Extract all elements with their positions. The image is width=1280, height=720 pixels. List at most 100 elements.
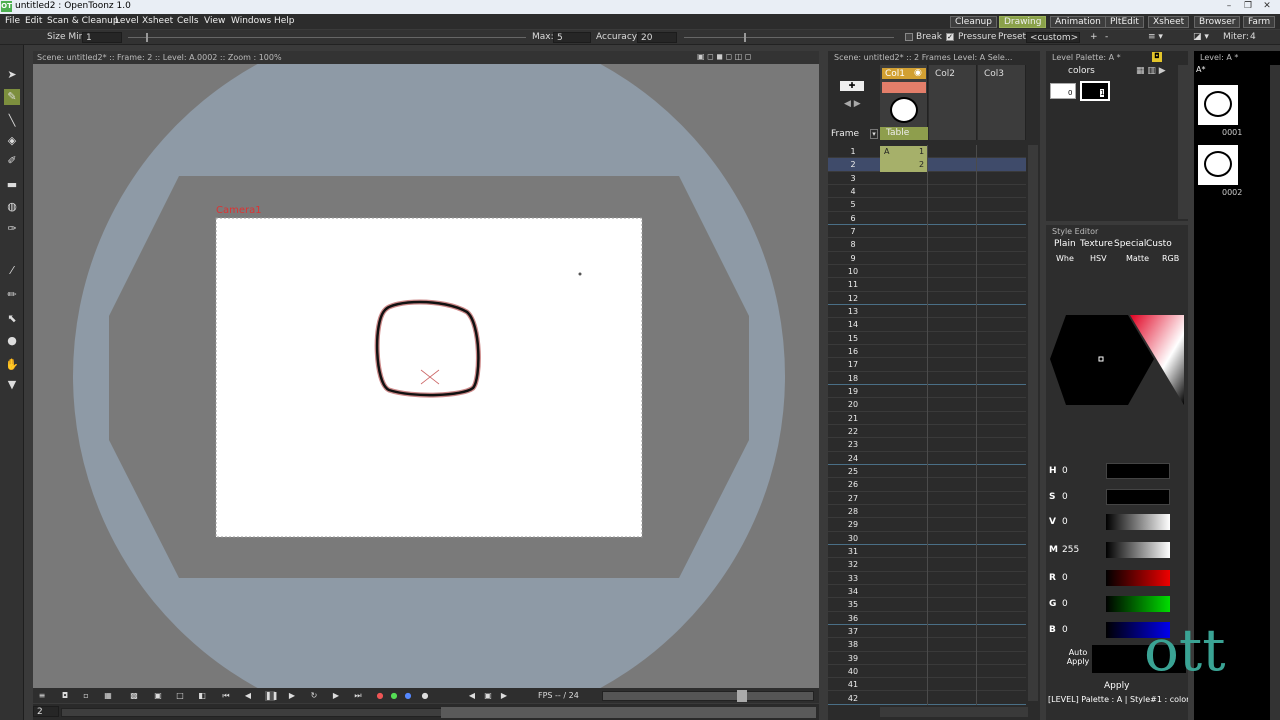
frame-slider-handle[interactable] (441, 707, 816, 718)
tab-texture[interactable]: Texture (1080, 239, 1113, 249)
close-icon[interactable]: ✕ (1260, 1, 1274, 12)
room-cleanup[interactable]: Cleanup (950, 16, 997, 28)
room-drawing[interactable]: Drawing (999, 16, 1047, 28)
animate-tool-icon[interactable]: ➤ (4, 67, 20, 83)
room-pltedit[interactable]: PltEdit (1105, 16, 1144, 28)
checkerboard-icon[interactable]: ◧ (197, 691, 207, 701)
viewer-canvas[interactable] (33, 64, 819, 688)
palette-view-icons[interactable]: ▦ ▥ ▶ (1136, 66, 1166, 76)
column-col3-header[interactable]: Col3 (978, 65, 1026, 140)
palette-page-tab[interactable]: colors (1068, 66, 1095, 76)
menu-scan-cleanup[interactable]: Scan & Cleanup (47, 16, 119, 26)
eraser-tool-icon[interactable]: ▬ (4, 177, 20, 193)
hand-tool-icon[interactable]: ✋ (4, 357, 20, 373)
accuracy-field[interactable]: 20 (637, 32, 677, 43)
channel-g[interactable]: G0 (1046, 594, 1188, 614)
room-browser[interactable]: Browser (1194, 16, 1241, 28)
mode-hsv[interactable]: HSV (1090, 254, 1107, 263)
preset-add-button[interactable]: + (1090, 32, 1098, 42)
prev-marker-icon[interactable]: ◀ (467, 691, 477, 701)
channel-s[interactable]: S0 (1046, 487, 1188, 507)
last-frame-icon[interactable]: ⏭ (353, 691, 363, 701)
cell-level-name[interactable]: A (884, 147, 889, 156)
selection-tool-icon[interactable]: ⬉ (4, 311, 20, 327)
level-strip-scroll[interactable] (1270, 65, 1280, 720)
menu-file[interactable]: File (5, 16, 20, 26)
channel-m[interactable]: M 255 (1046, 540, 1188, 560)
menu-xsheet[interactable]: Xsheet (142, 16, 173, 26)
menu-edit[interactable]: Edit (25, 16, 42, 26)
paint-brush-icon[interactable]: ✐ (4, 153, 20, 169)
xsheet-hscroll[interactable] (880, 707, 1028, 717)
mode-wheel[interactable]: Whe (1056, 254, 1074, 263)
pump-tool-icon[interactable]: ● (4, 333, 20, 349)
preview-visible-icon[interactable]: ◉ (914, 68, 922, 78)
maximize-icon[interactable]: ❐ (1241, 1, 1255, 12)
preview-icon[interactable]: ▣ (153, 691, 163, 701)
size-min-field[interactable]: 1 (82, 32, 122, 43)
menu-level[interactable]: Level (115, 16, 139, 26)
new-level-icon[interactable]: ✚ (840, 81, 864, 91)
blue-channel-icon[interactable]: ● (403, 691, 413, 701)
room-animation[interactable]: Animation (1050, 16, 1106, 28)
menu-windows[interactable]: Windows (231, 16, 271, 26)
marker-icon[interactable]: ▣ (483, 691, 493, 701)
pause-icon[interactable]: ❚❚ (265, 691, 278, 701)
size-min-handle[interactable] (146, 33, 148, 42)
pressure-checkbox[interactable]: ✓ (946, 33, 954, 41)
xsheet-vscroll[interactable] (1028, 145, 1038, 701)
brush-tool-icon[interactable]: ✎ (4, 89, 20, 105)
tab-custom[interactable]: Custo (1146, 239, 1172, 249)
tab-plain[interactable]: Plain (1054, 239, 1076, 249)
rgb-picker-icon[interactable]: ⁄ (4, 263, 20, 279)
fps-slider-handle[interactable] (737, 690, 747, 702)
table-icon[interactable]: ◘ (60, 691, 70, 701)
tape-tool-icon[interactable]: ◍ (4, 199, 20, 215)
palette-scroll[interactable] (1178, 65, 1188, 219)
style-1-chip[interactable] (1080, 81, 1110, 101)
frame-0001-thumb[interactable] (1198, 85, 1238, 125)
pegbar-table-label[interactable]: Table (886, 128, 909, 138)
channel-h[interactable]: H0 (1046, 461, 1188, 481)
channel-r[interactable]: R0 (1046, 568, 1188, 588)
geometric-tool-icon[interactable]: ╲ (4, 113, 20, 129)
tab-special[interactable]: Special (1114, 239, 1146, 249)
camera-icon[interactable]: ▫ (81, 691, 91, 701)
subcamera-icon[interactable]: □ (175, 691, 185, 701)
color-wheel[interactable] (1046, 311, 1188, 411)
loop-icon[interactable]: ↻ (309, 691, 319, 701)
camstand-toggle[interactable] (882, 82, 926, 93)
preset-select[interactable]: <custom> (1026, 32, 1080, 43)
safe-area-icon[interactable]: ▩ (129, 691, 139, 701)
lock-icon[interactable]: ◘ (1152, 52, 1162, 62)
field-guide-icon[interactable]: ▦ (103, 691, 113, 701)
next-frame-icon[interactable]: ▶ (331, 691, 341, 701)
preset-remove-button[interactable]: - (1105, 32, 1108, 42)
room-xsheet[interactable]: Xsheet (1148, 16, 1190, 28)
prev-frame-icon[interactable]: ◀ (243, 691, 253, 701)
red-channel-icon[interactable]: ● (375, 691, 385, 701)
column-col2-header[interactable]: Col2 (929, 65, 977, 140)
join-style-icon[interactable]: ◪ ▾ (1193, 32, 1209, 42)
menu-cells[interactable]: Cells (177, 16, 199, 26)
style-picker-icon[interactable]: ✑ (4, 221, 20, 237)
play-icon[interactable]: ▶ (287, 691, 297, 701)
break-checkbox[interactable] (905, 33, 913, 41)
menu-view[interactable]: View (204, 16, 225, 26)
channel-v[interactable]: V0 (1046, 512, 1188, 532)
menu-help[interactable]: Help (274, 16, 295, 26)
size-slider[interactable] (128, 37, 526, 38)
mode-rgb[interactable]: RGB (1162, 254, 1179, 263)
pen-tool-icon[interactable]: ✏ (4, 287, 20, 303)
mode-matte[interactable]: Matte (1126, 254, 1149, 263)
next-marker-icon[interactable]: ▶ (499, 691, 509, 701)
viewer[interactable]: Camera1 (33, 64, 819, 688)
cell-frame-2[interactable]: 2 (919, 160, 924, 169)
apply-button[interactable]: Apply (1104, 681, 1129, 691)
minimize-icon[interactable]: – (1222, 1, 1236, 12)
miter-field[interactable]: 4 (1250, 32, 1256, 42)
room-farm[interactable]: Farm (1243, 16, 1276, 28)
fps-slider[interactable] (602, 691, 814, 701)
fill-tool-icon[interactable]: ◈ (4, 133, 20, 149)
viewer-mode-icons[interactable]: ▣ ◻ ◼ ◻ ◫ ◻ (697, 52, 751, 61)
